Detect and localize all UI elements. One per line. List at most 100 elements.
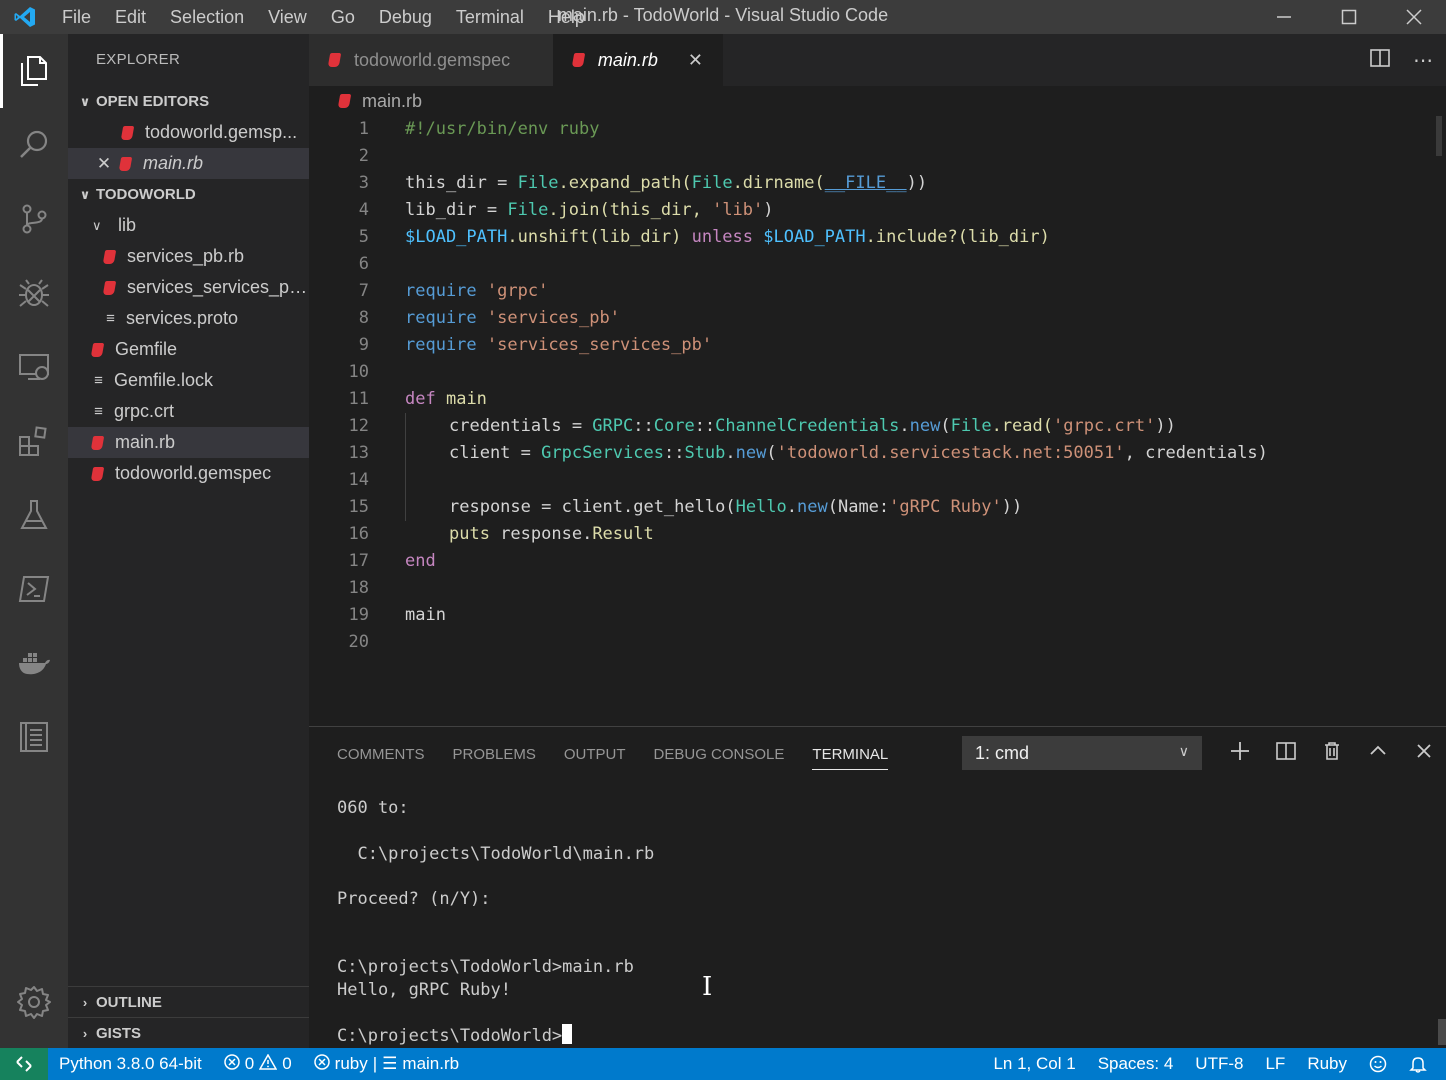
gists-section[interactable]: › GISTS <box>68 1017 309 1048</box>
powershell-icon[interactable] <box>0 552 68 626</box>
editor-scrollbar[interactable] <box>1436 116 1442 156</box>
line-number: 3 <box>358 173 369 193</box>
feedback-smiley-icon[interactable] <box>1358 1055 1398 1073</box>
chevron-down-icon: ∨ <box>92 217 102 233</box>
code-editor[interactable]: 1 2 3 4 5 6 7 8 9 10 11 12 13 14 15 16 1… <box>309 116 1446 726</box>
project-section[interactable]: ∨ TODOWORLD <box>68 179 309 210</box>
code-line: credentials = GRPC::Core::ChannelCredent… <box>449 416 1176 436</box>
outline-section[interactable]: › OUTLINE <box>68 986 309 1017</box>
split-terminal-icon[interactable] <box>1276 741 1296 767</box>
file-item[interactable]: ≡ Gemfile.lock <box>68 365 309 396</box>
notebook-icon[interactable] <box>0 700 68 774</box>
terminal-scrollbar[interactable] <box>1438 1019 1446 1045</box>
tab-main-rb[interactable]: main.rb ✕ <box>553 34 723 86</box>
panel-tabs: COMMENTS PROBLEMS OUTPUT DEBUG CONSOLE T… <box>337 727 889 781</box>
terminal-select[interactable]: 1: cmd ∨ <box>962 736 1202 770</box>
python-interpreter[interactable]: Python 3.8.0 64-bit <box>48 1054 213 1074</box>
menu-help[interactable]: Help <box>536 7 597 28</box>
open-editor-item-active[interactable]: ✕ main.rb <box>68 148 309 179</box>
problems-indicator[interactable]: 0 0 <box>213 1052 303 1075</box>
terminal-cursor <box>562 1024 573 1044</box>
settings-gear-icon[interactable] <box>0 972 68 1032</box>
breadcrumb[interactable]: main.rb <box>309 86 1446 116</box>
tab-output[interactable]: OUTPUT <box>564 746 626 763</box>
file-item[interactable]: ≡ grpc.crt <box>68 396 309 427</box>
maximize-button[interactable] <box>1316 0 1381 34</box>
line-number: 13 <box>348 443 369 463</box>
text-file-icon: ≡ <box>94 372 103 389</box>
indent-guide <box>405 413 406 521</box>
explorer-sidebar: EXPLORER ∨ OPEN EDITORS todoworld.gemsp.… <box>68 34 309 1048</box>
split-editor-icon[interactable] <box>1369 47 1391 74</box>
open-editors-section[interactable]: ∨ OPEN EDITORS <box>68 86 309 117</box>
file-item[interactable]: todoworld.gemspec <box>68 458 309 489</box>
source-control-icon[interactable] <box>0 182 68 256</box>
extensions-icon[interactable] <box>0 404 68 478</box>
ruby-file-icon <box>120 125 135 140</box>
close-icon[interactable]: ✕ <box>94 154 114 174</box>
ruby-file-icon <box>571 53 586 67</box>
chevron-down-icon: ∨ <box>1178 743 1189 759</box>
menu-terminal[interactable]: Terminal <box>444 7 536 28</box>
terminal-line: C:\projects\TodoWorld\main.rb <box>337 844 655 864</box>
folder-item[interactable]: ∨ lib <box>68 210 309 241</box>
remote-indicator-icon[interactable] <box>0 1048 48 1080</box>
tab-terminal[interactable]: TERMINAL <box>812 739 889 770</box>
debug-icon[interactable] <box>0 256 68 330</box>
minimize-button[interactable] <box>1251 0 1316 34</box>
code-line: response = client.get_hello(Hello.new(Na… <box>449 497 1023 517</box>
close-window-button[interactable] <box>1381 0 1446 34</box>
code-line: client = GrpcServices::Stub.new('todowor… <box>449 443 1268 463</box>
title-bar: File Edit Selection View Go Debug Termin… <box>0 0 1446 34</box>
more-actions-icon[interactable]: ⋯ <box>1413 48 1434 73</box>
line-number: 1 <box>358 119 369 139</box>
menu-bar: File Edit Selection View Go Debug Termin… <box>50 0 597 34</box>
maximize-panel-chevron-up-icon[interactable] <box>1368 741 1388 767</box>
tab-comments[interactable]: COMMENTS <box>337 746 425 763</box>
open-editor-item[interactable]: todoworld.gemsp... <box>68 117 309 148</box>
menu-debug[interactable]: Debug <box>367 7 444 28</box>
cursor-position[interactable]: Ln 1, Col 1 <box>982 1054 1086 1074</box>
file-item-active[interactable]: main.rb <box>68 427 309 458</box>
code-line: $LOAD_PATH.unshift(lib_dir) unless $LOAD… <box>405 227 1050 247</box>
tab-debug-console[interactable]: DEBUG CONSOLE <box>654 746 785 763</box>
indentation[interactable]: Spaces: 4 <box>1087 1054 1185 1074</box>
terminal-line: Proceed? (n/Y): <box>337 889 491 909</box>
editor-actions: ⋯ <box>1369 34 1434 86</box>
line-number: 16 <box>348 524 369 544</box>
menu-file[interactable]: File <box>50 7 103 28</box>
menu-selection[interactable]: Selection <box>158 7 256 28</box>
file-item[interactable]: services_services_pb.... <box>68 272 309 303</box>
remote-explorer-icon[interactable] <box>0 330 68 404</box>
menu-go[interactable]: Go <box>319 7 367 28</box>
outline-label: OUTLINE <box>96 993 162 1011</box>
line-number: 12 <box>348 416 369 436</box>
menu-edit[interactable]: Edit <box>103 7 158 28</box>
file-item[interactable]: Gemfile <box>68 334 309 365</box>
search-icon[interactable] <box>0 108 68 182</box>
docker-icon[interactable] <box>0 626 68 700</box>
close-tab-icon[interactable]: ✕ <box>688 50 703 71</box>
tab-problems[interactable]: PROBLEMS <box>453 746 536 763</box>
line-number: 15 <box>348 497 369 517</box>
code-line: require 'services_services_pb' <box>405 335 713 355</box>
status-bar: Python 3.8.0 64-bit 0 0 ruby | ☰ main.rb… <box>0 1048 1446 1080</box>
file-item[interactable]: ≡ services.proto <box>68 303 309 334</box>
notifications-bell-icon[interactable] <box>1398 1055 1438 1073</box>
tab-todoworld-gemspec[interactable]: todoworld.gemspec <box>309 34 553 86</box>
ruby-file-icon <box>118 156 133 171</box>
code-line: end <box>405 551 436 571</box>
close-panel-icon[interactable] <box>1414 741 1434 767</box>
end-of-line[interactable]: LF <box>1254 1054 1296 1074</box>
explorer-icon[interactable] <box>0 34 68 108</box>
encoding[interactable]: UTF-8 <box>1184 1054 1254 1074</box>
window-controls <box>1251 0 1446 34</box>
ruby-file-icon <box>90 435 105 450</box>
file-item[interactable]: services_pb.rb <box>68 241 309 272</box>
language-mode[interactable]: Ruby <box>1296 1054 1358 1074</box>
testing-flask-icon[interactable] <box>0 478 68 552</box>
menu-view[interactable]: View <box>256 7 319 28</box>
new-terminal-plus-icon[interactable] <box>1230 741 1250 767</box>
trash-icon[interactable] <box>1322 741 1342 767</box>
ruby-lint-indicator[interactable]: ruby | ☰ main.rb <box>303 1053 470 1075</box>
